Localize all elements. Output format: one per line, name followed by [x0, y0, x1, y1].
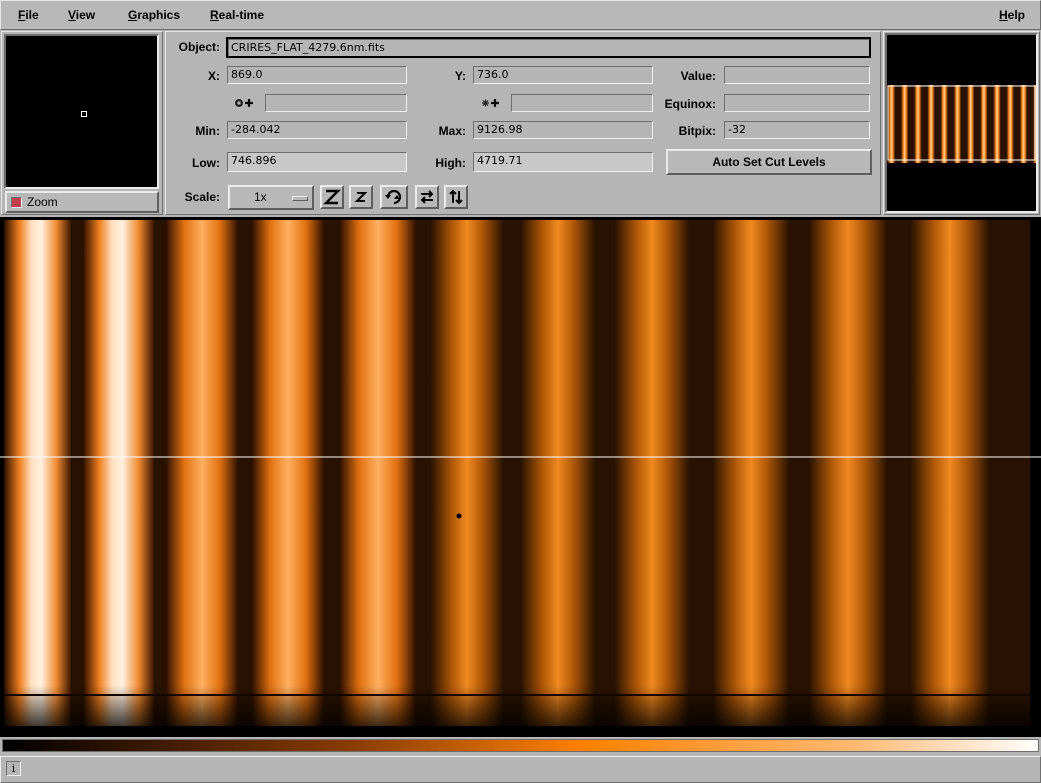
auto-set-cut-levels-button[interactable]: Auto Set Cut Levels — [666, 149, 872, 175]
zoom-cursor-marker — [81, 111, 87, 117]
menu-bar: File View Graphics Real-time Help — [0, 0, 1041, 30]
ra-field[interactable] — [265, 94, 407, 112]
zoom-window[interactable] — [4, 34, 159, 189]
panner-panel — [883, 31, 1040, 215]
high-field[interactable]: 4719.71 — [473, 152, 653, 172]
bitpix-field[interactable]: -32 — [724, 121, 870, 139]
min-label: Min: — [195, 124, 220, 138]
x-field[interactable]: 869.0 — [227, 66, 407, 84]
menu-help[interactable]: Help — [999, 8, 1025, 22]
image-display[interactable] — [0, 217, 1041, 737]
ra-crosshair-icon — [234, 96, 256, 110]
scale-value: 1x — [254, 190, 267, 204]
low-label: Low: — [192, 156, 220, 170]
zoom-checkbox[interactable] — [11, 197, 22, 208]
zoom-toggle[interactable]: Zoom — [5, 191, 159, 213]
info-panel: Object: CRIRES_FLAT_4279.6nm.fits X: 869… — [165, 31, 881, 215]
value-field[interactable] — [724, 66, 870, 84]
menu-realtime[interactable]: Real-time — [210, 8, 264, 22]
flip-y-icon[interactable] — [444, 185, 468, 209]
min-field[interactable]: -284.042 — [227, 121, 407, 139]
zoom-out-icon[interactable] — [349, 185, 373, 209]
low-field[interactable]: 746.896 — [227, 152, 407, 172]
dec-crosshair-icon — [480, 96, 502, 110]
value-label: Value: — [680, 69, 716, 83]
x-label: X: — [208, 69, 220, 83]
high-label: High: — [435, 156, 466, 170]
max-label: Max: — [438, 124, 466, 138]
colormap-bar[interactable] — [2, 739, 1039, 752]
menu-file[interactable]: File — [18, 8, 39, 22]
equinox-label: Equinox: — [664, 97, 716, 111]
menu-graphics[interactable]: Graphics — [128, 8, 180, 22]
panner-thumbnail[interactable] — [887, 85, 1036, 163]
scale-menu[interactable]: 1x — [228, 185, 314, 210]
flip-x-icon[interactable] — [415, 185, 439, 209]
zoom-label: Zoom — [27, 195, 58, 209]
object-label: Object: — [178, 40, 220, 54]
rotate-icon[interactable] — [380, 185, 408, 209]
dec-field[interactable] — [511, 94, 653, 112]
object-field[interactable]: CRIRES_FLAT_4279.6nm.fits — [226, 37, 871, 58]
y-label: Y: — [454, 69, 466, 83]
status-bar: i — [0, 756, 1041, 783]
bitpix-label: Bitpix: — [678, 124, 716, 138]
scale-label: Scale: — [184, 190, 220, 204]
info-icon: i — [6, 761, 21, 776]
max-field[interactable]: 9126.98 — [473, 121, 653, 139]
panner-window[interactable] — [885, 33, 1038, 213]
zoom-panel: Zoom — [1, 31, 163, 215]
y-field[interactable]: 736.0 — [473, 66, 653, 84]
menu-view[interactable]: View — [68, 8, 95, 22]
zoom-in-icon[interactable] — [320, 185, 344, 209]
option-menu-indicator-icon — [292, 196, 308, 201]
equinox-field[interactable] — [724, 94, 870, 112]
fits-image[interactable] — [0, 217, 1041, 737]
